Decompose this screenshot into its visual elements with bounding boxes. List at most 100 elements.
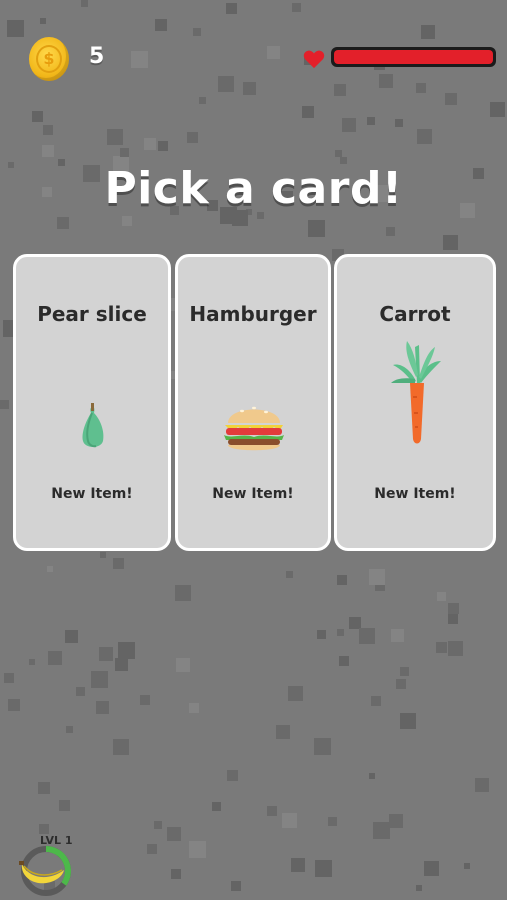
floor-tile	[7, 20, 24, 37]
floor-tile	[276, 725, 290, 739]
floor-tile	[292, 3, 301, 12]
floor-tile	[76, 687, 85, 696]
floor-tile	[38, 782, 50, 794]
floor-tile	[144, 138, 156, 150]
floor-tile	[227, 770, 238, 781]
floor-tile	[187, 132, 198, 143]
floor-tile	[175, 585, 191, 601]
floor-tile	[286, 571, 293, 578]
floor-tile	[359, 628, 375, 644]
floor-tile	[337, 629, 344, 636]
floor-tile	[339, 656, 349, 666]
floor-tile	[189, 703, 199, 713]
card-name: Hamburger	[189, 302, 317, 326]
floor-tile	[96, 701, 109, 714]
floor-tile	[171, 869, 181, 879]
coin-count: 5	[89, 44, 105, 69]
carrot-icon	[391, 341, 441, 444]
floor-tile	[40, 18, 46, 24]
floor-tile	[212, 802, 221, 811]
floor-tile	[154, 821, 162, 829]
floor-tile	[448, 603, 459, 614]
page-title: Pick a card!	[104, 163, 403, 214]
floor-tile	[334, 84, 346, 96]
card-name: Pear slice	[37, 302, 147, 326]
floor-tile	[389, 814, 403, 828]
floor-tile	[39, 824, 49, 834]
floor-tile	[189, 841, 206, 858]
floor-tile	[417, 129, 432, 144]
floor-tile	[464, 863, 470, 869]
floor-tile	[445, 93, 457, 105]
heart-icon	[303, 50, 325, 69]
floor-tile	[371, 696, 381, 706]
card-hamburger[interactable]: Hamburger New Item!	[175, 254, 331, 551]
floor-tile	[155, 19, 167, 31]
floor-tile	[167, 827, 181, 841]
floor-tile	[176, 658, 190, 672]
floor-tile	[29, 659, 35, 665]
floor-tile	[193, 28, 201, 36]
floor-tile	[59, 800, 70, 811]
floor-tile	[81, 0, 88, 7]
level-progress-ring	[19, 846, 71, 896]
floor-tile	[282, 813, 297, 828]
floor-tile	[122, 216, 132, 226]
card-pear-slice[interactable]: Pear slice New Item!	[13, 254, 171, 551]
floor-tile	[4, 673, 14, 683]
floor-tile	[199, 97, 206, 104]
floor-tile	[107, 129, 123, 145]
floor-tile	[317, 630, 326, 639]
floor-tile	[342, 118, 356, 132]
floor-tile	[113, 739, 129, 755]
floor-tile	[367, 117, 375, 125]
floor-tile	[8, 699, 20, 711]
floor-tile	[65, 630, 78, 643]
floor-tile	[395, 119, 403, 127]
floor-tile	[291, 858, 305, 872]
floor-tile	[448, 641, 463, 656]
floor-tile	[42, 145, 54, 157]
floor-tile	[335, 150, 342, 157]
new-item-label: New Item!	[51, 486, 133, 502]
floor-tile	[243, 82, 256, 95]
floor-tile	[140, 695, 150, 705]
floor-tile	[308, 220, 325, 237]
health-fill	[334, 50, 493, 64]
floor-tile	[218, 76, 234, 92]
floor-tile	[448, 614, 458, 624]
pear-slice-icon	[82, 403, 104, 448]
floor-tile	[100, 552, 106, 558]
floor-tile	[391, 629, 404, 642]
floor-tile	[57, 217, 69, 229]
new-item-label: New Item!	[212, 486, 294, 502]
coin-icon: $	[29, 37, 69, 81]
floor-tile	[267, 46, 280, 59]
floor-tile	[400, 713, 416, 729]
floor-tile	[120, 148, 129, 157]
card-name: Carrot	[379, 302, 451, 326]
floor-tile	[475, 778, 489, 792]
floor-tile	[373, 822, 390, 839]
floor-tile	[436, 642, 447, 653]
floor-tile	[328, 817, 337, 826]
floor-tile	[91, 671, 108, 688]
floor-tile	[48, 651, 62, 665]
floor-tile	[314, 738, 331, 755]
floor-tile	[490, 102, 505, 117]
floor-tile	[396, 679, 406, 689]
health-bar	[331, 47, 496, 67]
floor-tile	[147, 844, 157, 854]
floor-tile	[379, 74, 393, 88]
floor-tile	[416, 83, 426, 93]
floor-tile	[118, 642, 135, 659]
floor-tile	[337, 575, 347, 585]
floor-tile	[226, 3, 237, 14]
floor-tile	[158, 141, 168, 151]
card-carrot[interactable]: Carrot New Item!	[334, 254, 496, 551]
floor-tile	[99, 647, 113, 661]
floor-tile	[400, 667, 409, 676]
floor-tile	[421, 25, 435, 39]
floor-tile	[0, 400, 9, 409]
floor-tile	[369, 773, 375, 779]
